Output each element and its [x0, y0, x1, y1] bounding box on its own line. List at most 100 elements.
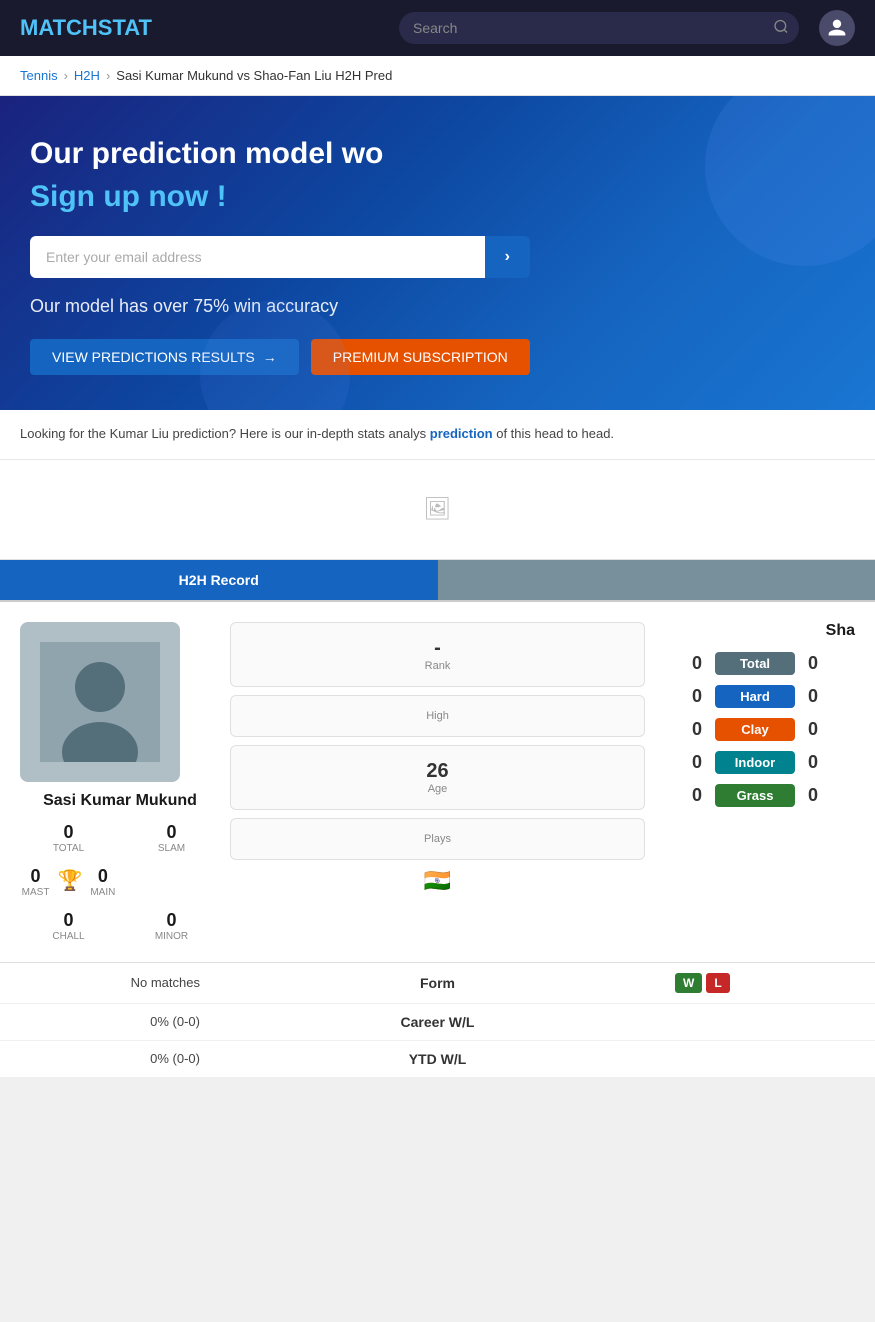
score-grass-right: 0: [803, 785, 823, 806]
breadcrumb-tennis[interactable]: Tennis: [20, 68, 58, 83]
stat-main-label: Main: [90, 887, 115, 898]
header: MATCHSTAT: [0, 0, 875, 56]
ytd-wl-left: 0% (0-0): [20, 1051, 220, 1066]
player-stats-grid-left: 0 Total 0 Slam 0 Mast 🏆 0: [20, 822, 220, 942]
score-clay-right: 0: [803, 719, 823, 740]
stat-total-val: 0: [20, 822, 117, 843]
description-text2: of this head to head.: [496, 426, 614, 441]
score-grass: 0 Grass 0: [655, 784, 855, 807]
breadcrumb-sep1: ›: [64, 68, 68, 83]
search-button[interactable]: [773, 19, 789, 38]
plays-label: Plays: [424, 833, 451, 845]
score-hard-left: 0: [687, 686, 707, 707]
logo-match: MATCH: [20, 15, 98, 40]
player-avatar-left: [20, 622, 180, 782]
breadcrumb-current: Sasi Kumar Mukund vs Shao-Fan Liu H2H Pr…: [116, 68, 392, 83]
ad-area: 🖼: [0, 460, 875, 560]
stats-table: No matches Form W L 0% (0-0) Career W/L …: [0, 962, 875, 1078]
stat-total-label: Total: [20, 843, 117, 854]
stats-row-career: 0% (0-0) Career W/L: [0, 1004, 875, 1041]
stat-minor-val: 0: [123, 910, 220, 931]
logo-stat: STAT: [98, 15, 152, 40]
email-submit-button[interactable]: ›: [485, 236, 530, 278]
score-total-left: 0: [687, 653, 707, 674]
form-loss-badge: L: [706, 973, 729, 993]
rank-high-label: High: [426, 710, 449, 722]
age-val: 26: [426, 760, 448, 783]
score-total-right: 0: [803, 653, 823, 674]
user-avatar[interactable]: [819, 10, 855, 46]
form-win-badge: W: [675, 973, 702, 993]
breadcrumb-sep2: ›: [106, 68, 110, 83]
stats-row-form: No matches Form W L: [0, 963, 875, 1004]
main-content: Our prediction model wo Sign up now ! › …: [0, 96, 875, 1078]
right-scores: Sha 0 Total 0 0 Hard 0 0 Clay 0 0: [655, 622, 855, 817]
stat-minor: 0 Minor: [123, 910, 220, 942]
score-indoor: 0 Indoor 0: [655, 751, 855, 774]
stat-chall: 0 Chall: [20, 910, 117, 942]
rank-high-stat: High: [230, 695, 645, 737]
banner-title: Our prediction model wo: [30, 136, 845, 172]
accuracy-text: Our model has over 75% win accuracy: [30, 296, 845, 317]
stat-main: 0 Main: [90, 866, 115, 898]
prediction-link[interactable]: prediction: [430, 426, 493, 441]
ytd-wl-label: YTD W/L: [220, 1051, 655, 1067]
stat-mast: 0 Mast: [22, 866, 50, 898]
description-text1: Looking for the Kumar Liu prediction? He…: [20, 426, 426, 441]
rank-label: Rank: [425, 660, 451, 672]
logo: MATCHSTAT: [20, 15, 152, 41]
age-label: Age: [428, 783, 448, 795]
score-badge-total: Total: [715, 652, 795, 675]
score-clay: 0 Clay 0: [655, 718, 855, 741]
player-name-left: Sasi Kumar Mukund: [20, 792, 220, 810]
score-hard-right: 0: [803, 686, 823, 707]
banner-subtitle: Sign up now !: [30, 180, 845, 214]
flag-india: 🇮🇳: [230, 868, 645, 894]
email-signup-row: ›: [30, 236, 530, 278]
tab-second[interactable]: [438, 560, 875, 600]
stat-chall-val: 0: [20, 910, 117, 931]
trophy-row: 0 Mast 🏆 0 Main: [20, 866, 117, 898]
search-container: [399, 12, 799, 44]
rank-stat: - Rank: [230, 622, 645, 687]
h2h-tabs: H2H Record: [0, 560, 875, 602]
trophy-icon: 🏆: [57, 868, 82, 893]
players-row: Sasi Kumar Mukund 0 Total 0 Slam 0 Mast: [20, 622, 855, 942]
score-badge-hard: Hard: [715, 685, 795, 708]
player-name-right: Sha: [655, 622, 855, 640]
premium-label: PREMIUM SUBSCRIPTION: [333, 349, 508, 365]
center-stats: - Rank High 26 Age Plays 🇮🇳: [220, 622, 655, 894]
stat-mast-label: Mast: [22, 887, 50, 898]
stat-total: 0 Total: [20, 822, 117, 854]
description-text: Looking for the Kumar Liu prediction? He…: [0, 410, 875, 460]
tab-h2h-record[interactable]: H2H Record: [0, 560, 438, 600]
score-indoor-right: 0: [803, 752, 823, 773]
form-right: W L: [655, 973, 855, 993]
score-indoor-left: 0: [687, 752, 707, 773]
player-section: Sasi Kumar Mukund 0 Total 0 Slam 0 Mast: [0, 602, 875, 962]
view-predictions-label: VIEW PREDICTIONS RESULTS: [52, 349, 255, 365]
form-left: No matches: [20, 975, 220, 990]
score-total: 0 Total 0: [655, 652, 855, 675]
stat-slam: 0 Slam: [123, 822, 220, 854]
ad-icon: 🖼: [424, 496, 452, 522]
search-input[interactable]: [399, 12, 799, 44]
career-wl-left: 0% (0-0): [20, 1014, 220, 1029]
stat-slam-val: 0: [123, 822, 220, 843]
prediction-banner: Our prediction model wo Sign up now ! › …: [0, 96, 875, 410]
breadcrumb-h2h[interactable]: H2H: [74, 68, 100, 83]
view-predictions-button[interactable]: VIEW PREDICTIONS RESULTS →: [30, 339, 299, 375]
age-stat: 26 Age: [230, 745, 645, 810]
stat-mast-val: 0: [22, 866, 50, 887]
premium-subscription-button[interactable]: PREMIUM SUBSCRIPTION: [311, 339, 530, 375]
score-badge-indoor: Indoor: [715, 751, 795, 774]
stats-row-ytd: 0% (0-0) YTD W/L: [0, 1041, 875, 1078]
score-badge-clay: Clay: [715, 718, 795, 741]
arrow-icon: →: [263, 349, 277, 365]
banner-buttons: VIEW PREDICTIONS RESULTS → PREMIUM SUBSC…: [30, 339, 845, 375]
email-input[interactable]: [30, 236, 485, 278]
rank-val: -: [434, 637, 441, 660]
stat-minor-label: Minor: [123, 931, 220, 942]
breadcrumb: Tennis › H2H › Sasi Kumar Mukund vs Shao…: [0, 56, 875, 96]
score-badge-grass: Grass: [715, 784, 795, 807]
